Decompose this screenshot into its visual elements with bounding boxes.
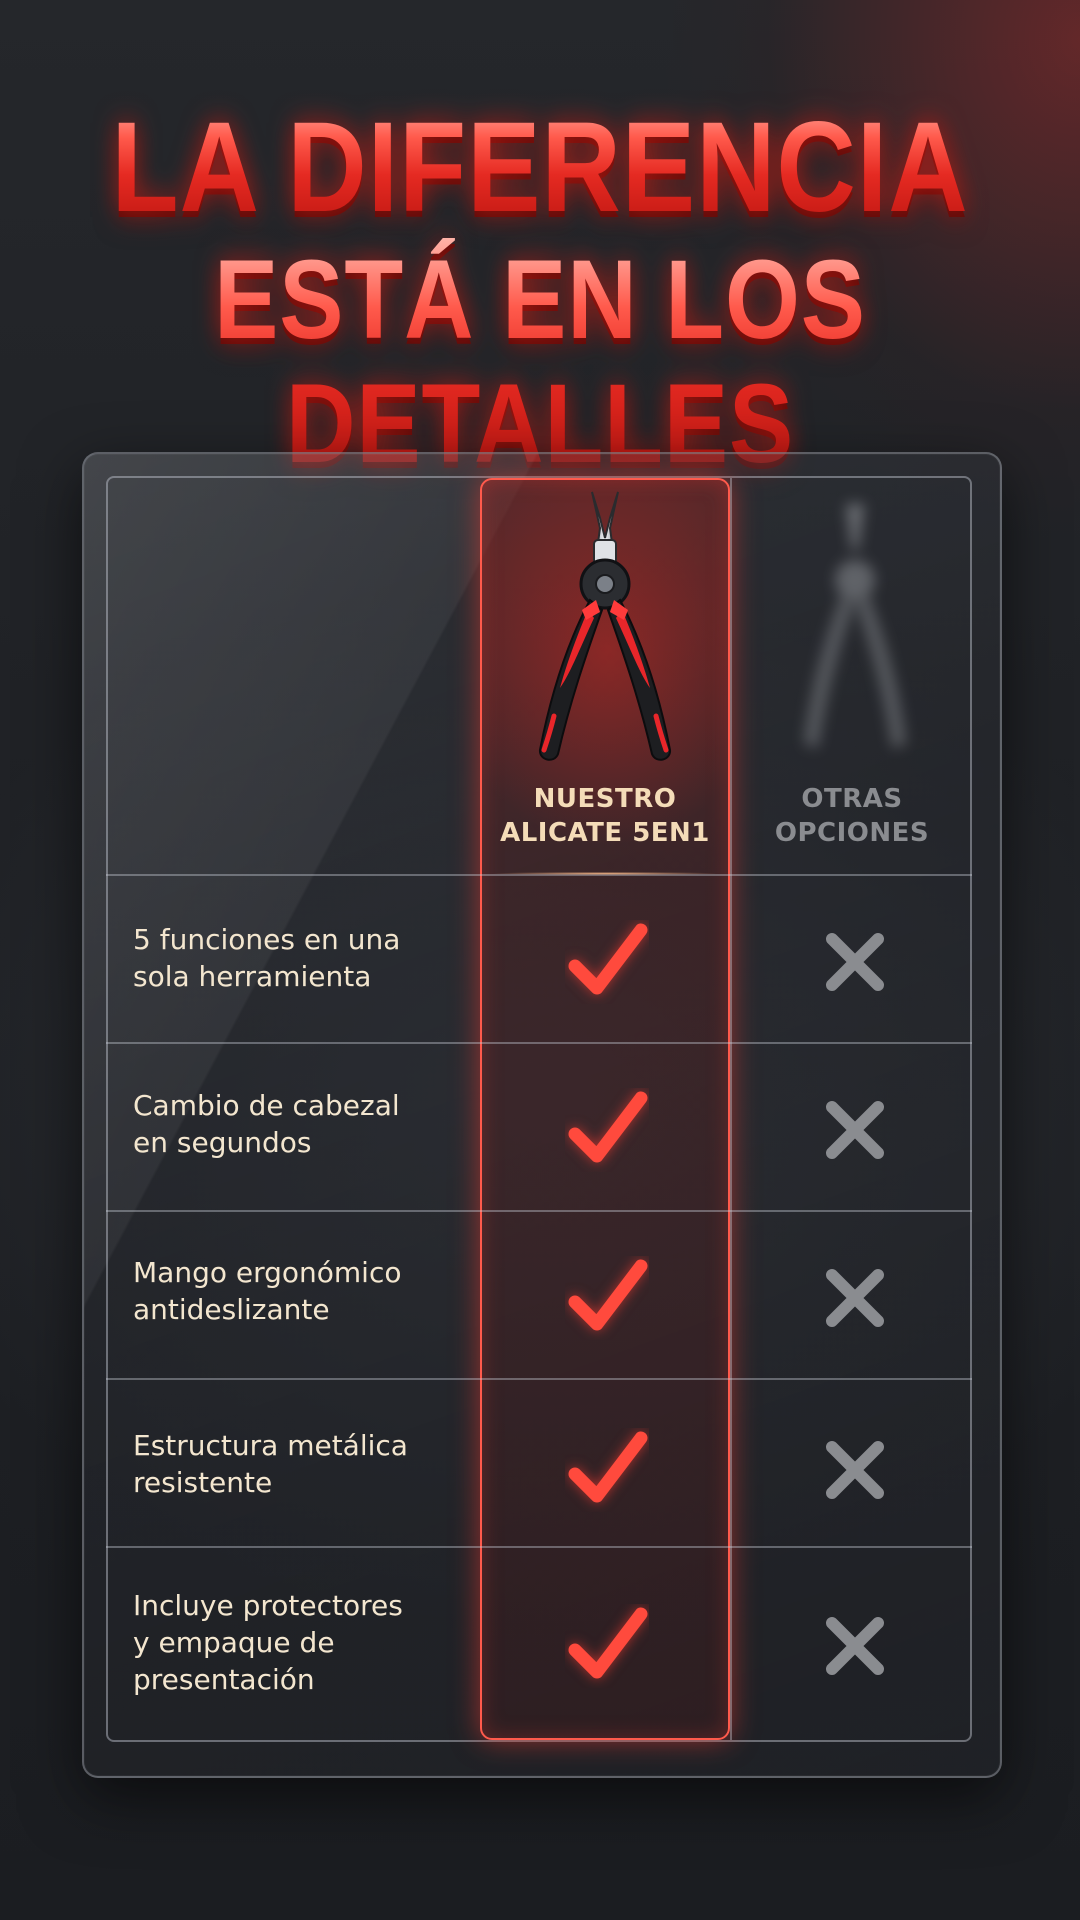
feature-label-line: Incluye protectores [133,1589,403,1622]
headline-line-1: LA DIFERENCIA [76,98,1005,238]
check-icon [568,1607,648,1679]
check-icon [568,923,648,995]
feature-label-line: y empaque de [133,1626,335,1659]
column-title-ours: NUESTRO ALICATE 5EN1 [480,782,730,850]
blurred-gray-pliers-icon [804,504,906,748]
feature-label: Mango ergonómico antideslizante [133,1254,473,1328]
column-divider [730,478,732,1740]
cross-icon [826,1441,884,1499]
feature-label: Incluye protectores y empaque de present… [133,1587,473,1698]
check-icon [568,1431,648,1503]
header-glow-line [490,872,720,875]
feature-label: Estructura metálica resistente [133,1427,473,1501]
row-divider [106,1378,972,1380]
feature-label: 5 funciones en una sola herramienta [133,921,473,995]
column-title-others: OTRAS OPCIONES [732,782,972,850]
feature-label-line: 5 funciones en una [133,923,401,956]
feature-label-line: en segundos [133,1126,312,1159]
row-divider [106,1210,972,1212]
feature-label-line: sola herramienta [133,960,372,993]
cross-icon [826,1269,884,1327]
feature-label: Cambio de cabezal en segundos [133,1087,473,1161]
feature-label-line: presentación [133,1663,315,1696]
column-title-ours-line2: ALICATE 5EN1 [500,818,710,848]
red-black-pliers-icon [539,491,671,761]
row-divider [106,1042,972,1044]
feature-label-line: Cambio de cabezal [133,1089,400,1122]
headline-line-2: ESTÁ EN LOS DETALLES [76,238,1005,486]
feature-label-line: antideslizante [133,1293,330,1326]
column-title-others-line1: OTRAS [801,784,903,814]
cross-icon [826,1617,884,1675]
cross-icon [826,1101,884,1159]
feature-label-line: resistente [133,1466,273,1499]
check-icon [568,1091,648,1163]
cross-icon [826,933,884,991]
column-title-others-line2: OPCIONES [774,818,930,848]
column-title-ours-line1: NUESTRO [533,784,677,814]
row-divider [106,1546,972,1548]
check-icon [568,1259,648,1331]
feature-label-line: Estructura metálica [133,1429,408,1462]
feature-label-line: Mango ergonómico [133,1256,402,1289]
